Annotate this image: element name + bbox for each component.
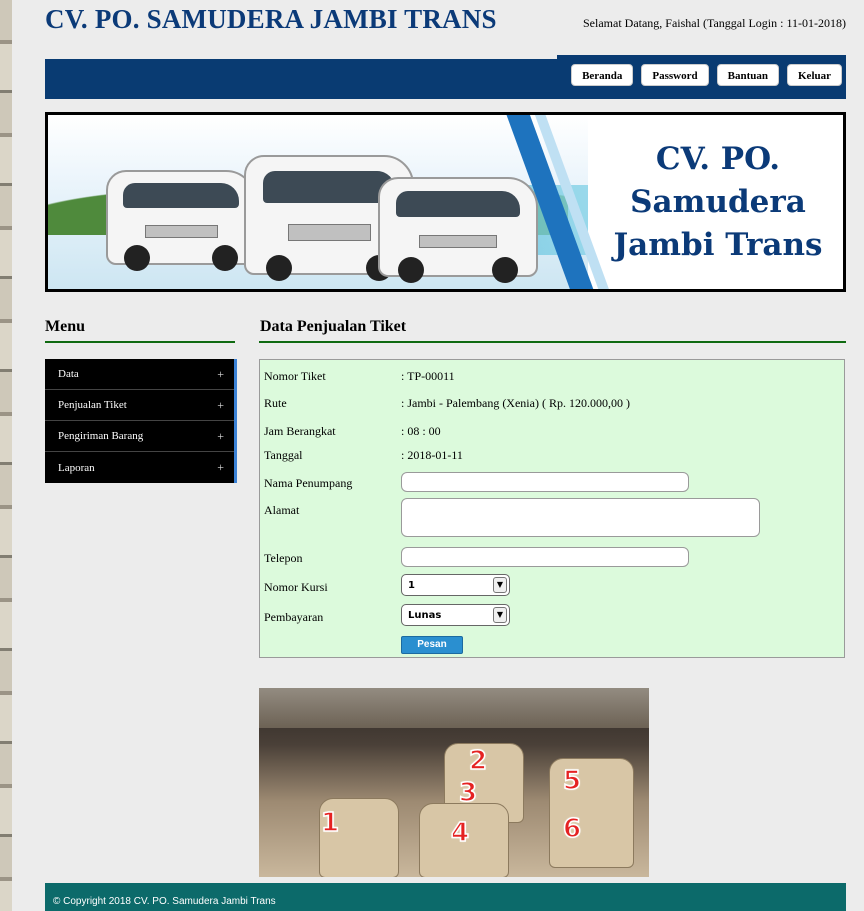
seat-rear bbox=[549, 758, 634, 868]
chevron-down-icon: ▼ bbox=[493, 577, 507, 593]
nav-beranda-button[interactable]: Beranda bbox=[571, 64, 634, 86]
navbar-notch bbox=[45, 55, 557, 59]
seat-number-6: 6 bbox=[562, 813, 582, 845]
nav-bantuan-button[interactable]: Bantuan bbox=[716, 64, 779, 86]
nama-penumpang-input[interactable] bbox=[401, 472, 689, 492]
telepon-label: Telepon bbox=[264, 551, 303, 565]
menu-divider bbox=[45, 341, 235, 343]
sidebar-item-data[interactable]: Data + bbox=[45, 359, 234, 390]
row-jam-berangkat: Jam Berangkat : 08 : 00 bbox=[260, 421, 846, 443]
pesan-button[interactable]: Pesan bbox=[401, 636, 463, 654]
seat-number-2: 2 bbox=[468, 745, 488, 777]
nomor-tiket-label: Nomor Tiket bbox=[264, 369, 326, 383]
banner-line-1: CV. PO. bbox=[655, 140, 781, 177]
plus-icon: + bbox=[217, 428, 224, 443]
pembayaran-selected: Lunas bbox=[408, 610, 442, 621]
seat-number-1: 1 bbox=[320, 807, 340, 839]
sidebar-item-laporan[interactable]: Laporan + bbox=[45, 452, 234, 483]
nomor-kursi-selected: 1 bbox=[408, 580, 415, 591]
tanggal-label: Tanggal bbox=[264, 448, 303, 462]
jam-berangkat-label: Jam Berangkat bbox=[264, 424, 336, 438]
nav-keluar-button[interactable]: Keluar bbox=[787, 64, 842, 86]
tanggal-value: : 2018-01-11 bbox=[401, 448, 463, 462]
nav-buttons: Beranda Password Bantuan Keluar bbox=[571, 64, 842, 86]
content-divider bbox=[259, 341, 846, 343]
car-roof bbox=[259, 688, 649, 728]
alamat-label: Alamat bbox=[264, 503, 300, 517]
sidebar-item-label: Laporan bbox=[58, 461, 95, 474]
jam-berangkat-value: : 08 : 00 bbox=[401, 424, 441, 438]
row-pembayaran: Pembayaran bbox=[260, 607, 846, 629]
row-nomor-tiket: Nomor Tiket : TP-00011 bbox=[260, 366, 846, 388]
seat-number-3: 3 bbox=[458, 777, 478, 809]
row-nomor-kursi: Nomor Kursi bbox=[260, 577, 846, 599]
sidebar-item-penjualan-tiket[interactable]: Penjualan Tiket + bbox=[45, 390, 234, 421]
pembayaran-label: Pembayaran bbox=[264, 610, 324, 624]
sidebar-item-label: Penjualan Tiket bbox=[58, 399, 127, 411]
banner-car-left bbox=[106, 170, 256, 271]
plus-icon: + bbox=[217, 366, 224, 381]
row-tanggal: Tanggal : 2018-01-11 bbox=[260, 445, 846, 467]
header-banner: CV. PO. Samudera Jambi Trans bbox=[45, 112, 846, 292]
nav-password-button[interactable]: Password bbox=[641, 64, 709, 86]
sidebar-menu: Data + Penjualan Tiket + Pengiriman Bara… bbox=[45, 359, 237, 483]
nomor-tiket-value: : TP-00011 bbox=[401, 369, 455, 383]
sidebar-item-pengiriman-barang[interactable]: Pengiriman Barang + bbox=[45, 421, 234, 452]
banner-line-2: Samudera bbox=[630, 183, 806, 220]
welcome-text: Selamat Datang, Faishal (Tanggal Login :… bbox=[583, 16, 846, 30]
banner-car-right bbox=[378, 177, 538, 283]
page-container: CV. PO. SAMUDERA JAMBI TRANS Selamat Dat… bbox=[45, 0, 846, 911]
footer: © Copyright 2018 CV. PO. Samudera Jambi … bbox=[45, 883, 846, 911]
nomor-kursi-select[interactable]: 1 ▼ bbox=[401, 574, 510, 596]
seat-layout-image: 1 2 3 4 5 6 bbox=[259, 688, 649, 877]
rute-label: Rute bbox=[264, 396, 287, 410]
seat-number-4: 4 bbox=[450, 817, 470, 849]
site-title: CV. PO. SAMUDERA JAMBI TRANS bbox=[45, 4, 497, 34]
plus-icon: + bbox=[217, 460, 224, 474]
nomor-kursi-label: Nomor Kursi bbox=[264, 580, 328, 594]
rute-value: : Jambi - Palembang (Xenia) ( Rp. 120.00… bbox=[401, 396, 630, 410]
page-title: Data Penjualan Tiket bbox=[260, 318, 407, 335]
alamat-textarea[interactable] bbox=[401, 498, 760, 537]
chevron-down-icon: ▼ bbox=[493, 607, 507, 623]
row-rute: Rute : Jambi - Palembang (Xenia) ( Rp. 1… bbox=[260, 393, 846, 415]
top-navbar: Beranda Password Bantuan Keluar bbox=[45, 55, 846, 99]
telepon-input[interactable] bbox=[401, 547, 689, 567]
ticket-form: Nomor Tiket : TP-00011 Rute : Jambi - Pa… bbox=[259, 359, 845, 658]
plus-icon: + bbox=[217, 397, 224, 412]
page-edge-decoration bbox=[0, 0, 12, 911]
nama-penumpang-label: Nama Penumpang bbox=[264, 476, 353, 490]
banner-company-name: CV. PO. Samudera Jambi Trans bbox=[593, 115, 843, 289]
sidebar-item-label: Pengiriman Barang bbox=[58, 430, 144, 442]
pembayaran-select[interactable]: Lunas ▼ bbox=[401, 604, 510, 626]
seat-number-5: 5 bbox=[562, 765, 582, 797]
banner-line-3: Jambi Trans bbox=[613, 226, 823, 263]
sidebar-item-label: Data bbox=[58, 368, 79, 380]
menu-heading: Menu bbox=[45, 318, 85, 335]
copyright-text: © Copyright 2018 CV. PO. Samudera Jambi … bbox=[53, 896, 276, 907]
